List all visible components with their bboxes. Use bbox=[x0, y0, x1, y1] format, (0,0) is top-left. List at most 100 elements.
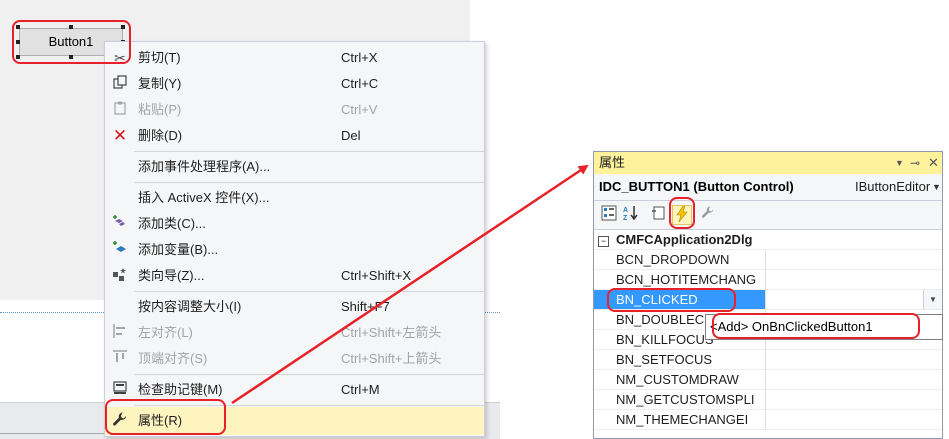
close-icon[interactable]: ✕ bbox=[928, 152, 939, 174]
object-type: IButtonEditor bbox=[855, 179, 931, 194]
event-name: BN_CLICKED bbox=[594, 290, 766, 310]
menu-item-copy[interactable]: 复制(Y) Ctrl+C bbox=[105, 71, 484, 97]
property-pages-icon[interactable] bbox=[649, 205, 669, 225]
resize-handle[interactable] bbox=[16, 25, 20, 29]
wrench-icon bbox=[111, 411, 129, 429]
menu-item-shortcut: Del bbox=[341, 128, 361, 143]
event-handler-cell[interactable] bbox=[766, 410, 942, 430]
menu-item-label: 添加变量(B)... bbox=[138, 242, 219, 257]
handler-dropdown-list: <Add> OnBnClickedButton1 bbox=[705, 314, 943, 340]
resize-handle[interactable] bbox=[16, 55, 20, 59]
copy-icon bbox=[111, 75, 129, 93]
menu-item-cut[interactable]: ✂ 剪切(T) Ctrl+X bbox=[105, 45, 484, 71]
menu-item-check-mnemonics[interactable]: 检查助记键(M) Ctrl+M bbox=[105, 377, 484, 403]
menu-item-insert-activex[interactable]: 插入 ActiveX 控件(X)... bbox=[105, 185, 484, 211]
chevron-down-icon[interactable]: ▼ bbox=[923, 290, 942, 309]
event-row-selected[interactable]: BN_CLICKED ▼ bbox=[594, 290, 942, 310]
collapse-toggle-icon[interactable]: − bbox=[598, 236, 609, 247]
menu-item-shortcut: Ctrl+Shift+X bbox=[341, 268, 412, 283]
event-row[interactable]: NM_THEMECHANGEI bbox=[594, 410, 942, 430]
pin-icon[interactable]: ⊸ bbox=[910, 152, 920, 174]
event-handler-cell[interactable] bbox=[766, 370, 942, 390]
check-mnemonics-icon bbox=[111, 381, 129, 399]
category-name: CMFCApplication2Dlg bbox=[594, 230, 942, 250]
menu-item-align-left[interactable]: 左对齐(L) Ctrl+Shift+左箭头 bbox=[105, 320, 484, 346]
object-selector[interactable]: IDC_BUTTON1 (Button Control) IButtonEdit… bbox=[594, 174, 942, 201]
scissors-icon: ✂ bbox=[114, 50, 126, 66]
menu-item-add-event-handler[interactable]: 添加事件处理程序(A)... bbox=[105, 154, 484, 180]
menu-item-shortcut: Ctrl+Shift+上箭头 bbox=[341, 351, 442, 366]
menu-item-label: 剪切(T) bbox=[138, 50, 181, 65]
event-row[interactable]: NM_GETCUSTOMSPLI bbox=[594, 390, 942, 410]
event-handler-cell[interactable]: ▼ bbox=[766, 290, 942, 310]
category-row[interactable]: CMFCApplication2Dlg bbox=[594, 230, 942, 250]
menu-item-label: 添加类(C)... bbox=[138, 216, 206, 231]
properties-title-bar[interactable]: 属性 ▼ ⊸ ✕ bbox=[594, 152, 942, 174]
menu-separator bbox=[134, 151, 484, 152]
menu-item-add-class[interactable]: 添加类(C)... bbox=[105, 211, 484, 237]
menu-item-label: 添加事件处理程序(A)... bbox=[138, 159, 271, 174]
event-name: BN_SETFOCUS bbox=[594, 350, 766, 370]
categorized-icon[interactable] bbox=[599, 205, 619, 225]
event-name: NM_GETCUSTOMSPLI bbox=[594, 390, 766, 410]
properties-toolbar: AZ bbox=[594, 201, 942, 230]
add-variable-icon bbox=[111, 241, 129, 259]
menu-item-label: 检查助记键(M) bbox=[138, 382, 223, 397]
menu-item-label: 插入 ActiveX 控件(X)... bbox=[138, 190, 270, 205]
menu-item-shortcut: Shift+F7 bbox=[341, 299, 390, 314]
resize-handle[interactable] bbox=[69, 55, 73, 59]
menu-item-delete[interactable]: ✕ 删除(D) Del bbox=[105, 123, 484, 149]
event-row[interactable]: BCN_HOTITEMCHANG bbox=[594, 270, 942, 290]
delete-icon: ✕ bbox=[112, 126, 128, 145]
menu-separator bbox=[134, 405, 484, 406]
menu-item-class-wizard[interactable]: 类向导(Z)... Ctrl+Shift+X bbox=[105, 263, 484, 289]
align-top-icon bbox=[111, 350, 129, 368]
menu-separator bbox=[134, 182, 484, 183]
resize-handle[interactable] bbox=[69, 25, 73, 29]
paste-icon bbox=[111, 101, 129, 119]
menu-item-label: 复制(Y) bbox=[138, 76, 182, 91]
align-left-icon bbox=[111, 324, 129, 342]
menu-item-label: 删除(D) bbox=[138, 128, 183, 143]
menu-item-label: 顶端对齐(S) bbox=[138, 351, 208, 366]
event-row[interactable]: NM_CUSTOMDRAW bbox=[594, 370, 942, 390]
menu-item-shortcut: Ctrl+Shift+左箭头 bbox=[341, 325, 442, 340]
object-name: IDC_BUTTON1 (Button Control) bbox=[599, 179, 794, 194]
menu-item-label: 按内容调整大小(I) bbox=[138, 299, 242, 314]
event-row[interactable]: BN_SETFOCUS bbox=[594, 350, 942, 370]
context-menu: ✂ 剪切(T) Ctrl+X 复制(Y) Ctrl+C 粘贴(P) Ctrl+V… bbox=[104, 41, 485, 437]
menu-item-label: 属性(R) bbox=[138, 413, 183, 428]
menu-separator bbox=[134, 374, 484, 375]
properties-title: 属性 bbox=[599, 155, 626, 170]
menu-item-shortcut: Ctrl+C bbox=[341, 76, 379, 91]
menu-item-add-variable[interactable]: 添加变量(B)... bbox=[105, 237, 484, 263]
class-wizard-icon bbox=[111, 267, 129, 285]
sort-alphabetical-icon[interactable]: AZ bbox=[621, 205, 641, 225]
menu-item-label: 类向导(Z)... bbox=[138, 268, 205, 283]
event-row[interactable]: BCN_DROPDOWN bbox=[594, 250, 942, 270]
messages-wrench-icon[interactable] bbox=[698, 205, 718, 225]
resize-handle[interactable] bbox=[16, 40, 20, 44]
dropdown-option-add-handler[interactable]: <Add> OnBnClickedButton1 bbox=[710, 317, 873, 337]
event-handler-cell[interactable] bbox=[766, 350, 942, 370]
menu-item-label: 左对齐(L) bbox=[138, 325, 193, 340]
event-handler-cell[interactable] bbox=[766, 250, 942, 270]
chevron-down-icon[interactable]: ▼ bbox=[932, 174, 941, 200]
event-handler-cell[interactable] bbox=[766, 390, 942, 410]
events-lightning-icon[interactable] bbox=[672, 205, 692, 225]
menu-item-align-top[interactable]: 顶端对齐(S) Ctrl+Shift+上箭头 bbox=[105, 346, 484, 372]
menu-item-paste[interactable]: 粘贴(P) Ctrl+V bbox=[105, 97, 484, 123]
resize-handle[interactable] bbox=[121, 25, 125, 29]
menu-item-label: 粘贴(P) bbox=[138, 102, 182, 117]
properties-window: 属性 ▼ ⊸ ✕ IDC_BUTTON1 (Button Control) IB… bbox=[593, 151, 943, 439]
window-position-dropdown-icon[interactable]: ▼ bbox=[895, 152, 904, 174]
svg-text:Z: Z bbox=[623, 215, 628, 221]
menu-item-shortcut: Ctrl+X bbox=[341, 50, 378, 65]
svg-text:A: A bbox=[623, 207, 628, 214]
menu-item-properties[interactable]: 属性(R) bbox=[105, 407, 484, 435]
event-name: NM_THEMECHANGEI bbox=[594, 410, 766, 430]
menu-separator bbox=[134, 291, 484, 292]
event-name: NM_CUSTOMDRAW bbox=[594, 370, 766, 390]
event-handler-cell[interactable] bbox=[766, 270, 942, 290]
menu-item-size-to-content[interactable]: 按内容调整大小(I) Shift+F7 bbox=[105, 294, 484, 320]
